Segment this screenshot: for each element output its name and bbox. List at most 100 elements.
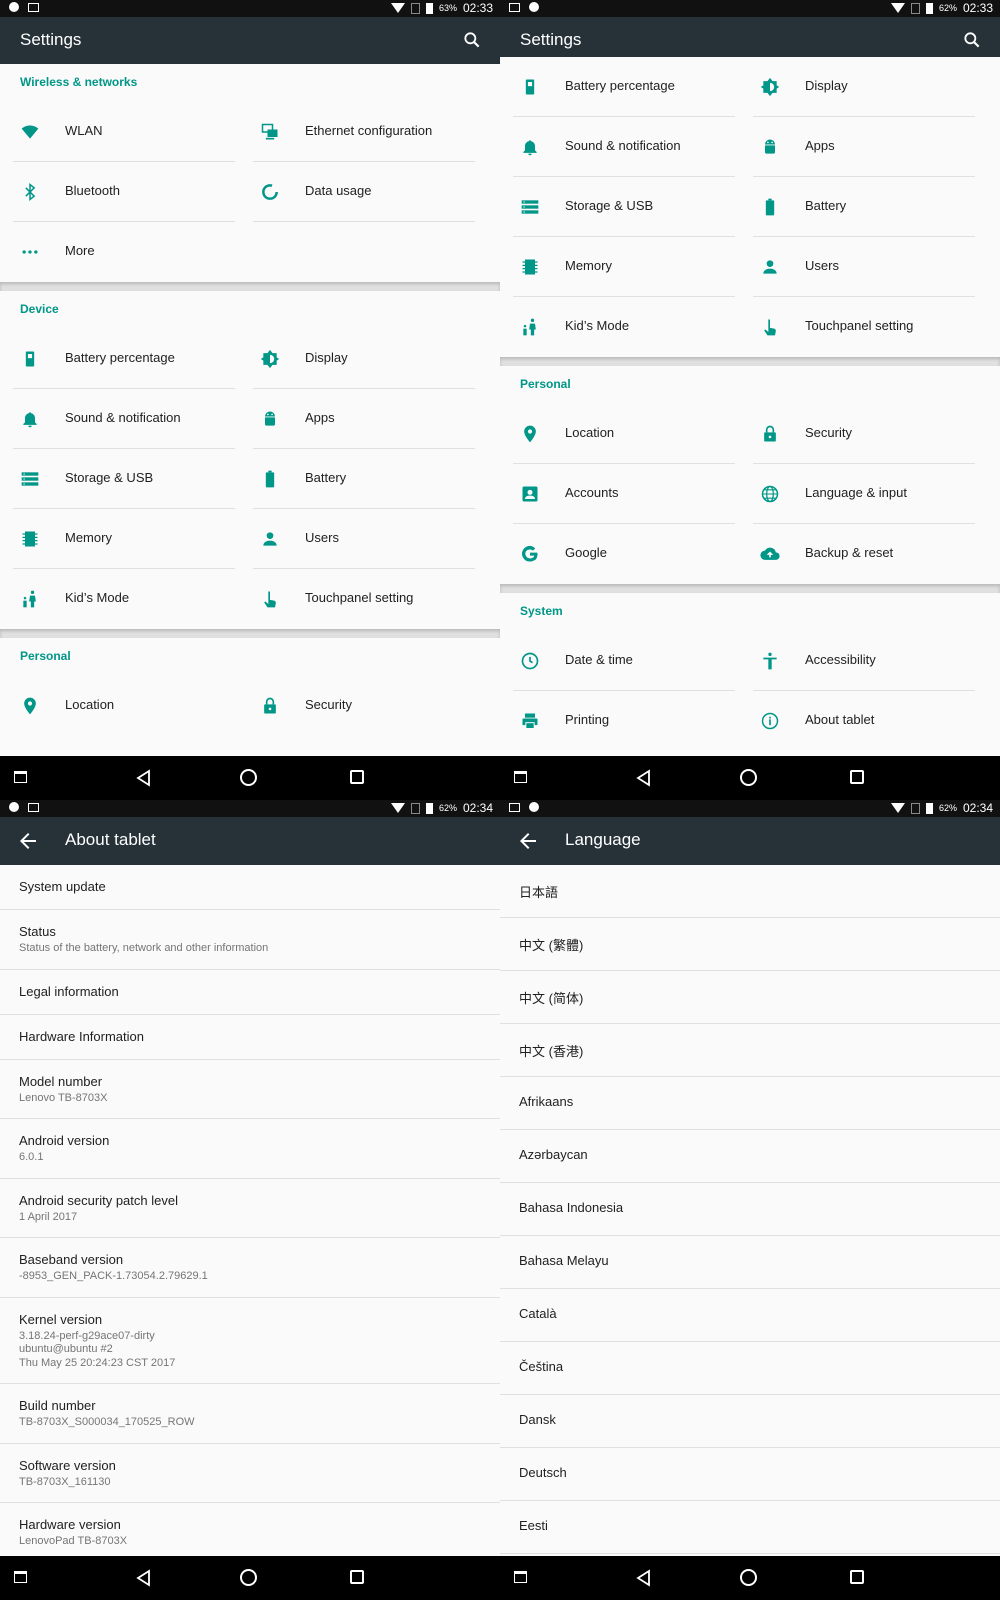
about-item-android-security-patch-level[interactable]: Android security patch level 1 April 2017 <box>0 1179 500 1238</box>
overview-nav-icon[interactable] <box>850 1570 864 1584</box>
about-item-hardware-version[interactable]: Hardware version LenovoPad TB-8703X <box>0 1503 500 1556</box>
home-nav-icon[interactable] <box>240 1569 257 1586</box>
settings-item-label: Apps <box>305 410 335 425</box>
settings-item-security[interactable]: Security <box>250 676 490 736</box>
settings-item-data-usage[interactable]: Data usage <box>250 162 490 222</box>
settings-item-memory[interactable]: Memory <box>510 237 750 297</box>
settings-item-storage-usb[interactable]: Storage & USB <box>10 449 250 509</box>
settings-item-display[interactable]: Display <box>250 329 490 389</box>
about-item-status[interactable]: Status Status of the battery, network and… <box>0 910 500 970</box>
settings-item-battery[interactable]: Battery <box>250 449 490 509</box>
settings-item-sound-notification[interactable]: Sound & notification <box>510 117 750 177</box>
home-nav-icon[interactable] <box>240 769 257 786</box>
preference-title: Model number <box>19 1073 103 1089</box>
back-arrow-icon[interactable] <box>516 829 540 853</box>
settings-list[interactable]: Wireless & networks WLAN Ethernet configur… <box>0 64 500 756</box>
language-item[interactable]: 中文 (香港) <box>500 1024 1000 1077</box>
settings-item-backup-reset[interactable]: Backup & reset <box>750 524 990 584</box>
settings-item-touchpanel-setting[interactable]: Touchpanel setting <box>250 569 490 629</box>
back-nav-icon[interactable] <box>634 1568 654 1588</box>
settings-item-label: Security <box>805 425 852 440</box>
search-icon[interactable] <box>962 30 982 50</box>
back-nav-icon[interactable] <box>634 768 654 788</box>
language-item[interactable]: Català <box>500 1289 1000 1342</box>
back-arrow-icon[interactable] <box>16 829 40 853</box>
app-switch-icon[interactable] <box>514 771 527 783</box>
preference-summary: 6.0.1 <box>19 1151 44 1163</box>
settings-item-security[interactable]: Security <box>750 404 990 464</box>
settings-item-more[interactable]: More <box>10 222 250 282</box>
about-item-baseband-version[interactable]: Baseband version -8953_GEN_PACK-1.73054.2… <box>0 1238 500 1298</box>
settings-item-wlan[interactable]: WLAN <box>10 102 250 162</box>
language-item[interactable]: Deutsch <box>500 1448 1000 1501</box>
settings-item-kid-s-mode[interactable]: Kid’s Mode <box>10 569 250 629</box>
settings-item-accessibility[interactable]: Accessibility <box>750 631 990 691</box>
location-icon <box>520 424 540 444</box>
about-list[interactable]: System update Status Status of the battery… <box>0 865 500 1556</box>
settings-item-accounts[interactable]: Accounts <box>510 464 750 524</box>
app-switch-icon[interactable] <box>14 771 27 783</box>
back-nav-icon[interactable] <box>134 768 154 788</box>
settings-item-memory[interactable]: Memory <box>10 509 250 569</box>
app-switch-icon[interactable] <box>514 1571 527 1583</box>
settings-item-printing[interactable]: Printing <box>510 691 750 751</box>
language-item[interactable]: Eesti <box>500 1501 1000 1554</box>
settings-item-date-time[interactable]: Date & time <box>510 631 750 691</box>
search-icon[interactable] <box>462 30 482 50</box>
language-item[interactable]: Bahasa Indonesia <box>500 1183 1000 1236</box>
language-item[interactable]: 中文 (简体) <box>500 971 1000 1024</box>
settings-item-storage-usb[interactable]: Storage & USB <box>510 177 750 237</box>
preference-title: Android version <box>19 1133 110 1148</box>
settings-item-touchpanel-setting[interactable]: Touchpanel setting <box>750 297 990 357</box>
settings-item-location[interactable]: Location <box>10 676 250 736</box>
language-item[interactable]: Afrikaans <box>500 1077 1000 1130</box>
language-item[interactable]: Čeština <box>500 1342 1000 1395</box>
language-item[interactable]: Bahasa Melayu <box>500 1236 1000 1289</box>
settings-item-about-tablet[interactable]: About tablet <box>750 691 990 751</box>
settings-item-users[interactable]: Users <box>250 509 490 569</box>
settings-item-apps[interactable]: Apps <box>750 117 990 177</box>
settings-item-battery-percentage[interactable]: Battery percentage <box>510 57 750 117</box>
app-switch-icon[interactable] <box>14 1571 27 1583</box>
about-item-kernel-version[interactable]: Kernel version 3.18.24-perf-g29ace07-dirt… <box>0 1298 500 1384</box>
settings-item-users[interactable]: Users <box>750 237 990 297</box>
settings-item-kid-s-mode[interactable]: Kid’s Mode <box>510 297 750 357</box>
settings-item-location[interactable]: Location <box>510 404 750 464</box>
settings-item-ethernet-configuration[interactable]: Ethernet configuration <box>250 102 490 162</box>
overview-nav-icon[interactable] <box>350 1570 364 1584</box>
about-item-android-version[interactable]: Android version 6.0.1 <box>0 1119 500 1179</box>
home-nav-icon[interactable] <box>740 1569 757 1586</box>
settings-screen-1: 63% 02:33 Settings Wireless & networks WLA… <box>0 0 500 800</box>
status-bar: 62% 02:33 <box>500 0 1000 17</box>
settings-item-google[interactable]: Google <box>510 524 750 584</box>
about-item-software-version[interactable]: Software version TB-8703X_161130 <box>0 1444 500 1503</box>
language-item[interactable]: Dansk <box>500 1395 1000 1448</box>
language-item[interactable]: 日本語 <box>500 865 1000 918</box>
settings-item-language-input[interactable]: Language & input <box>750 464 990 524</box>
about-item-system-update[interactable]: System update <box>0 865 500 910</box>
section-divider <box>500 357 1000 366</box>
about-item-build-number[interactable]: Build number TB-8703X_S000034_170525_ROW <box>0 1384 500 1444</box>
battery-icon <box>760 197 780 217</box>
settings-item-battery[interactable]: Battery <box>750 177 990 237</box>
about-item-hardware-information[interactable]: Hardware Information <box>0 1015 500 1060</box>
back-nav-icon[interactable] <box>134 1568 154 1588</box>
language-item[interactable]: Azərbaycan <box>500 1130 1000 1183</box>
settings-item-sound-notification[interactable]: Sound & notification <box>10 389 250 449</box>
language-list[interactable]: 日本語 中文 (繁體) 中文 (简体) 中文 (香港) Afrikaans Azərbay… <box>500 865 1000 1556</box>
preference-summary: 1 April 2017 <box>19 1210 78 1223</box>
settings-item-bluetooth[interactable]: Bluetooth <box>10 162 250 222</box>
language-item[interactable]: 中文 (繁體) <box>500 918 1000 971</box>
settings-list[interactable]: Battery percentage Display Sound & notific… <box>500 57 1000 756</box>
preference-title: Kernel version <box>19 1311 103 1327</box>
about-item-model-number[interactable]: Model number Lenovo TB-8703X <box>0 1060 500 1119</box>
overview-nav-icon[interactable] <box>850 770 864 784</box>
about-item-legal-information[interactable]: Legal information <box>0 970 500 1015</box>
settings-item-battery-percentage[interactable]: Battery percentage <box>10 329 250 389</box>
overview-nav-icon[interactable] <box>350 770 364 784</box>
more-icon <box>20 242 40 262</box>
home-nav-icon[interactable] <box>740 769 757 786</box>
display-icon <box>760 77 780 97</box>
settings-item-display[interactable]: Display <box>750 57 990 117</box>
settings-item-apps[interactable]: Apps <box>250 389 490 449</box>
